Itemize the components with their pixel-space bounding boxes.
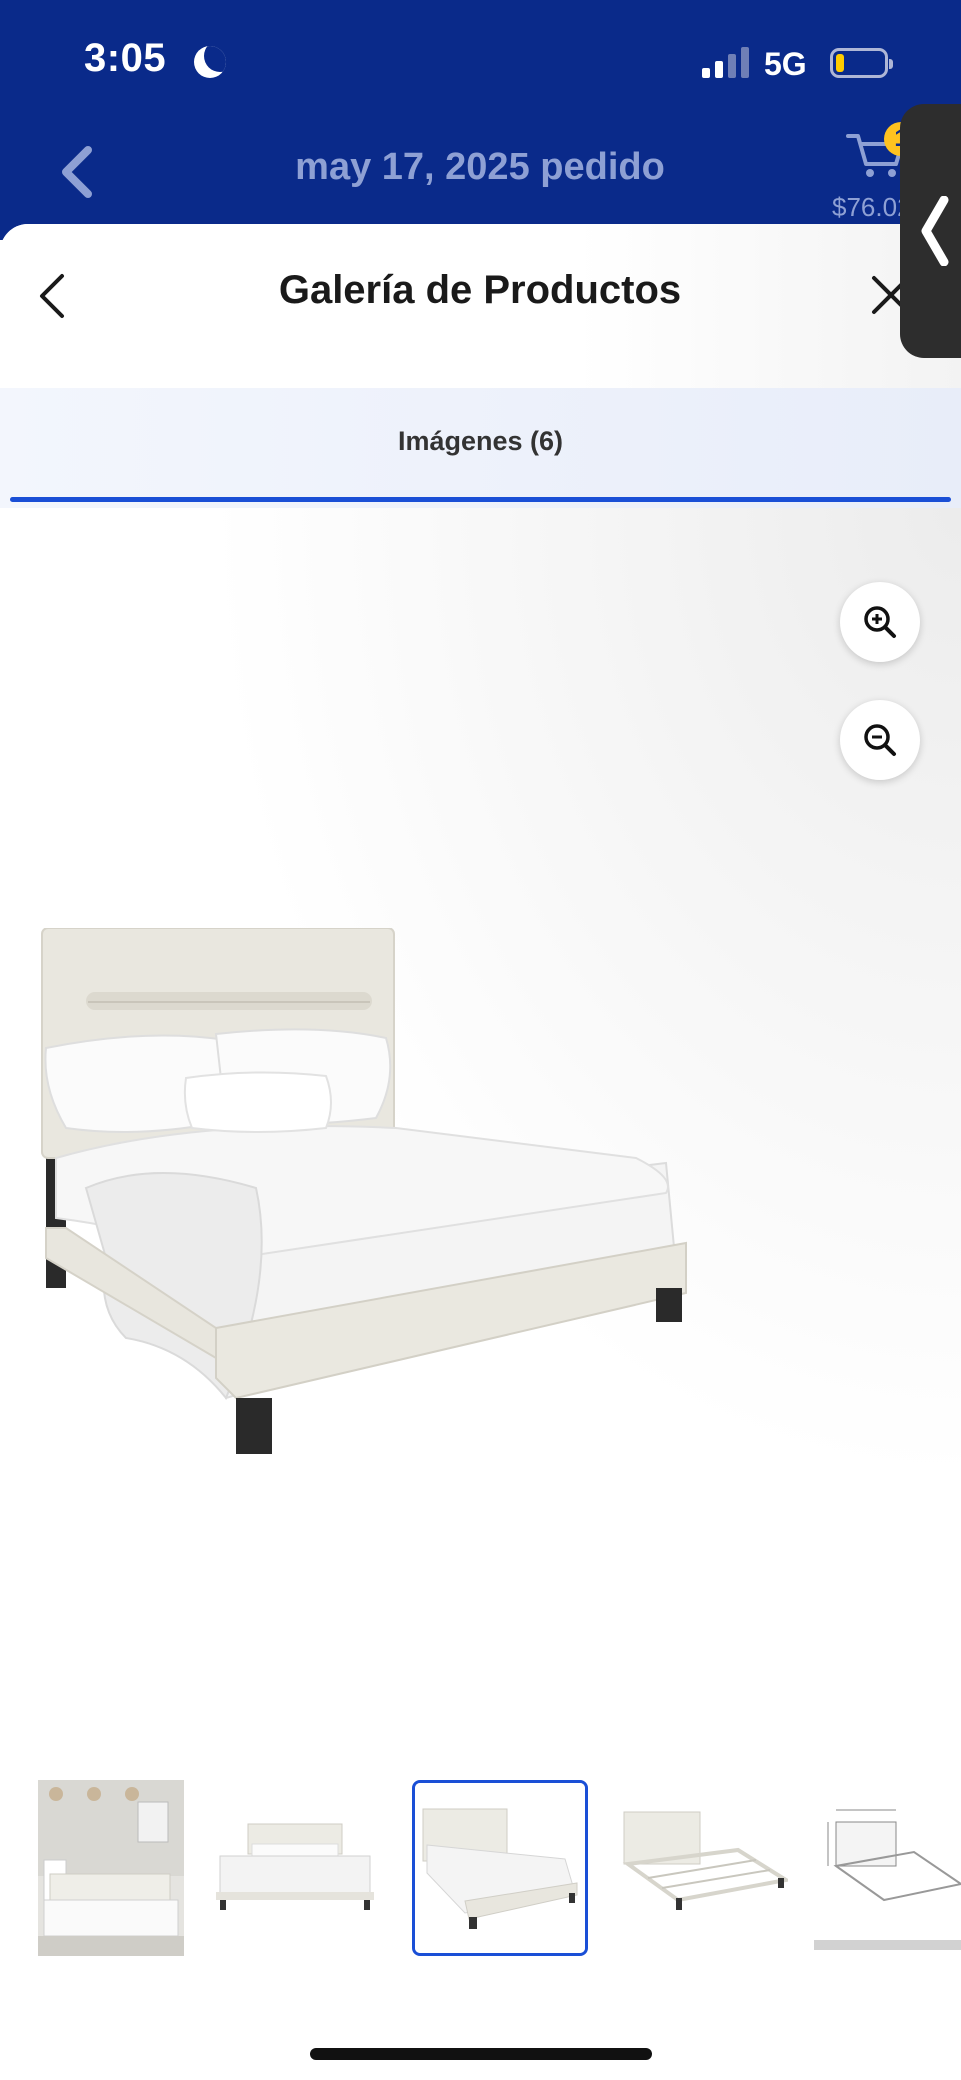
status-time: 3:05 [84, 36, 167, 80]
moon-icon [194, 46, 226, 78]
side-drawer-handle[interactable] [900, 104, 961, 358]
tab-images-label: Imágenes (6) [397, 426, 564, 456]
thumbnail-2[interactable] [212, 1780, 378, 1956]
zoom-in-icon [864, 606, 896, 638]
thumbnail-4[interactable] [618, 1780, 788, 1956]
product-main-image [41, 928, 687, 1454]
thumbnail-5[interactable] [814, 1780, 961, 1956]
status-bar: 3:05 5G [0, 0, 961, 120]
network-type: 5G [764, 46, 807, 82]
thumbnail-3-selected[interactable] [412, 1780, 588, 1956]
thumbnail-1[interactable] [38, 1780, 184, 1956]
gallery-sheet: Galería de Productos Imágenes (6) [0, 224, 961, 2080]
signal-bars-icon [702, 46, 752, 78]
sheet-title: Galería de Productos [278, 268, 682, 312]
chevron-left-icon [921, 196, 949, 266]
tab-active-indicator [10, 497, 951, 502]
battery-low-icon [830, 48, 893, 78]
zoom-out-button[interactable] [840, 700, 920, 780]
thumbnail-strip[interactable] [0, 1772, 961, 1992]
order-title: may 17, 2025 pedido [295, 146, 665, 188]
app-back-button[interactable] [58, 146, 98, 198]
home-indicator[interactable] [310, 2048, 652, 2060]
product-gallery-screen: 3:05 5G may 17, 2025 pedido 1 $76.02 [0, 0, 961, 2080]
chevron-left-icon [40, 274, 64, 318]
app-header: 3:05 5G may 17, 2025 pedido 1 $76.02 [0, 0, 961, 240]
tab-images[interactable]: Imágenes (6) [10, 388, 951, 508]
sheet-header: Galería de Productos [0, 224, 961, 388]
gallery-tabs: Imágenes (6) [0, 388, 961, 508]
zoom-in-button[interactable] [840, 582, 920, 662]
zoom-out-icon [864, 724, 896, 756]
image-viewer[interactable] [0, 508, 961, 1754]
sheet-back-button[interactable] [32, 266, 80, 326]
